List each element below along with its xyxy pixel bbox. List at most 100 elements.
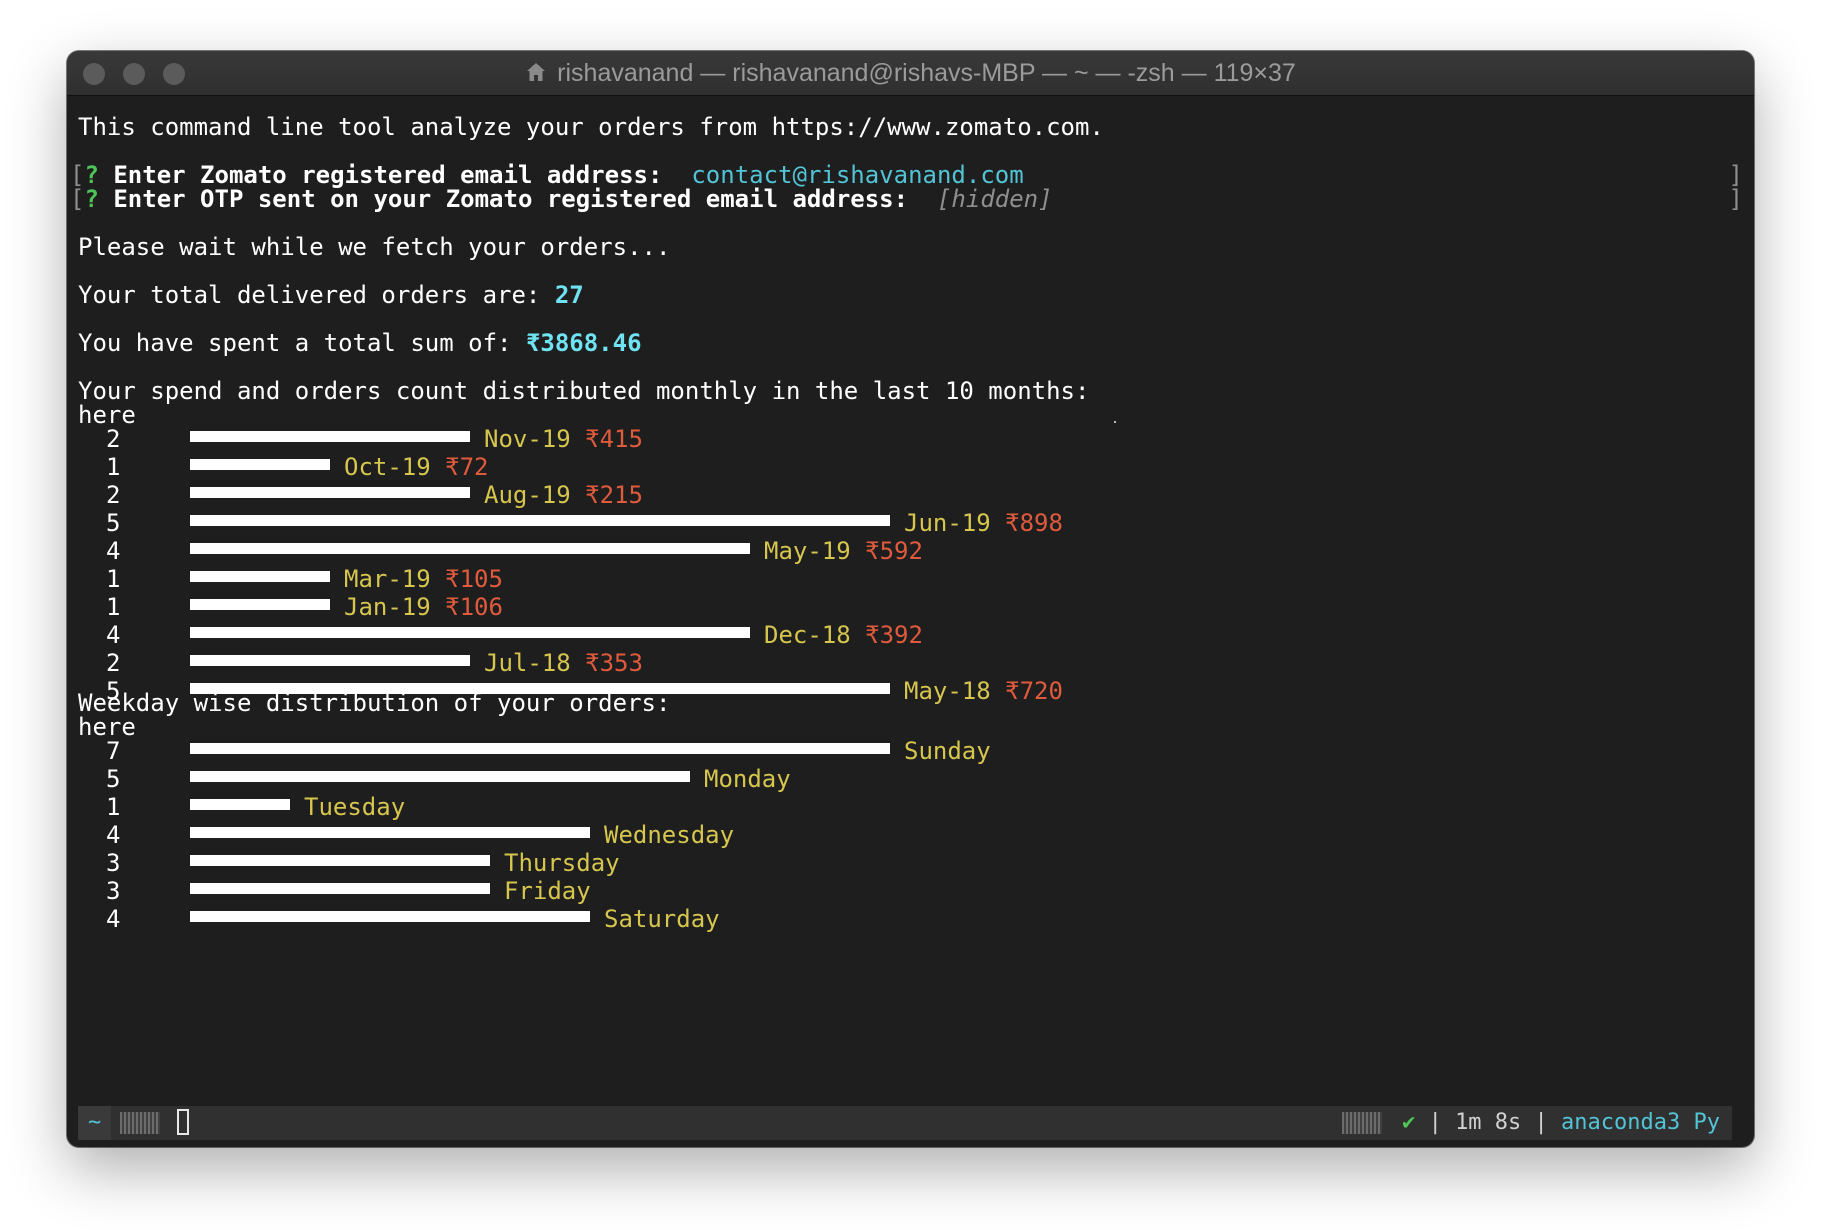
weekday-row-annotation: Wednesday (604, 821, 734, 849)
weekday-row-annotation: Monday (704, 765, 791, 793)
monthly-row-label: May-19 (764, 537, 851, 565)
command-duration: 1m 8s (1455, 1110, 1522, 1135)
monthly-row-annotation: May-19 ₹592 (764, 537, 923, 565)
separator-shade (120, 1112, 160, 1134)
weekday-row-bar (190, 799, 290, 810)
weekday-row-label: Monday (704, 765, 791, 793)
status-separator: | (1428, 1110, 1442, 1135)
monthly-row-bar (190, 515, 890, 526)
weekday-row-annotation: Saturday (604, 905, 720, 933)
orders-label: Your total delivered orders are: (78, 281, 541, 309)
monthly-row-amount: ₹592 (865, 537, 923, 565)
weekday-row-count: 1 (106, 793, 121, 821)
weekday-row-bar (190, 911, 590, 922)
monthly-row-count: 1 (106, 593, 121, 621)
bracket-open: [ (70, 185, 85, 213)
weekday-row-count: 7 (106, 737, 121, 765)
monthly-row-amount: ₹72 (445, 453, 489, 481)
monthly-row-label: Dec-18 (764, 621, 851, 649)
monthly-row-annotation: Nov-19 ₹415 (484, 425, 643, 453)
terminal-window: rishavanand — rishavanand@rishavs-MBP — … (67, 51, 1754, 1147)
bracket-close: ] (1728, 185, 1743, 213)
monthly-row-amount: ₹106 (445, 593, 503, 621)
monthly-row-label: Oct-19 (344, 453, 431, 481)
monthly-row-bar (190, 627, 750, 638)
monthly-row-annotation: Jan-19 ₹106 (344, 593, 503, 621)
monthly-row-amount: ₹720 (1005, 677, 1063, 705)
monthly-row-amount: ₹105 (445, 565, 503, 593)
intro-text: This command line tool analyze your orde… (78, 113, 1104, 141)
terminal-output[interactable]: This command line tool analyze your orde… (70, 113, 1743, 1077)
weekday-row-bar (190, 771, 690, 782)
monthly-row-label: Nov-19 (484, 425, 571, 453)
monthly-row-count: 5 (106, 509, 121, 537)
weekday-row-bar (190, 743, 890, 754)
otp-prompt-label: Enter OTP sent on your Zomato registered… (113, 185, 909, 213)
monthly-row-bar (190, 431, 470, 442)
otp-value: [hidden] (936, 185, 1053, 213)
monthly-row-amount: ₹353 (585, 649, 643, 677)
right-status: ✔ | 1m 8s | anaconda3 Py (1402, 1106, 1720, 1140)
monthly-row-label: Jun-19 (904, 509, 991, 537)
otp-prompt-line: [? Enter OTP sent on your Zomato registe… (70, 185, 1053, 213)
monthly-row-amount: ₹415 (585, 425, 643, 453)
weekday-row-bar (190, 827, 590, 838)
title-bar: rishavanand — rishavanand@rishavs-MBP — … (67, 51, 1754, 96)
monthly-row-annotation: Jun-19 ₹898 (904, 509, 1063, 537)
monthly-row-amount: ₹215 (585, 481, 643, 509)
monthly-row-bar (190, 459, 330, 470)
separator-shade (1342, 1112, 1382, 1134)
prompt-status-bar: ~ ✔ | 1m 8s | anaconda3 Py (78, 1106, 1732, 1140)
weekday-row-label: Thursday (504, 849, 620, 877)
status-separator: | (1534, 1110, 1548, 1135)
orders-total-line: Your total delivered orders are: 27 (78, 281, 584, 309)
weekday-row-annotation: Tuesday (304, 793, 405, 821)
weekday-row-annotation: Sunday (904, 737, 991, 765)
monthly-row-count: 1 (106, 453, 121, 481)
monthly-row-label: Jul-18 (484, 649, 571, 677)
window-title: rishavanand — rishavanand@rishavs-MBP — … (557, 58, 1296, 87)
spent-total-line: You have spent a total sum of: ₹3868.46 (78, 329, 642, 357)
monthly-row-amount: ₹898 (1005, 509, 1063, 537)
monthly-row-bar (190, 571, 330, 582)
monthly-row-label: May-18 (904, 677, 991, 705)
success-check-icon: ✔ (1402, 1110, 1416, 1135)
weekday-heading: Weekday wise distribution of your orders… (78, 689, 671, 717)
weekday-row-label: Saturday (604, 905, 720, 933)
weekday-row-label: Tuesday (304, 793, 406, 821)
weekday-row-count: 5 (106, 765, 121, 793)
monthly-row-bar (190, 599, 330, 610)
weekday-row-annotation: Friday (504, 877, 591, 905)
monthly-row-count: 4 (106, 537, 121, 565)
wait-message: Please wait while we fetch your orders..… (78, 233, 671, 261)
monthly-row-annotation: Aug-19 ₹215 (484, 481, 643, 509)
spent-label: You have spent a total sum of: (78, 329, 512, 357)
monthly-row-annotation: May-18 ₹720 (904, 677, 1063, 705)
weekday-row-annotation: Thursday (504, 849, 620, 877)
monthly-row-count: 2 (106, 425, 121, 453)
monthly-row-annotation: Dec-18 ₹392 (764, 621, 923, 649)
cwd-segment: ~ (78, 1106, 112, 1140)
weekday-row-count: 4 (106, 821, 121, 849)
monthly-row-amount: ₹392 (865, 621, 923, 649)
stray-pixel (1114, 421, 1116, 423)
conda-env: anaconda3 Py (1561, 1110, 1720, 1135)
weekday-row-bar (190, 855, 490, 866)
monthly-row-annotation: Oct-19 ₹72 (344, 453, 489, 481)
monthly-row-count: 1 (106, 565, 121, 593)
monthly-row-count: 4 (106, 621, 121, 649)
text-cursor (177, 1109, 189, 1135)
prompt-mark: ? (84, 185, 99, 213)
spent-value: ₹3868.46 (525, 329, 642, 357)
weekday-row-count: 4 (106, 905, 121, 933)
weekday-row-label: Sunday (904, 737, 991, 765)
monthly-row-bar (190, 655, 470, 666)
monthly-heading: Your spend and orders count distributed … (78, 377, 1090, 405)
monthly-row-bar (190, 543, 750, 554)
monthly-row-count: 2 (106, 649, 121, 677)
monthly-row-count: 2 (106, 481, 121, 509)
weekday-row-label: Wednesday (604, 821, 735, 849)
weekday-row-label: Friday (504, 877, 591, 905)
orders-value: 27 (554, 281, 584, 309)
monthly-row-label: Aug-19 (484, 481, 571, 509)
